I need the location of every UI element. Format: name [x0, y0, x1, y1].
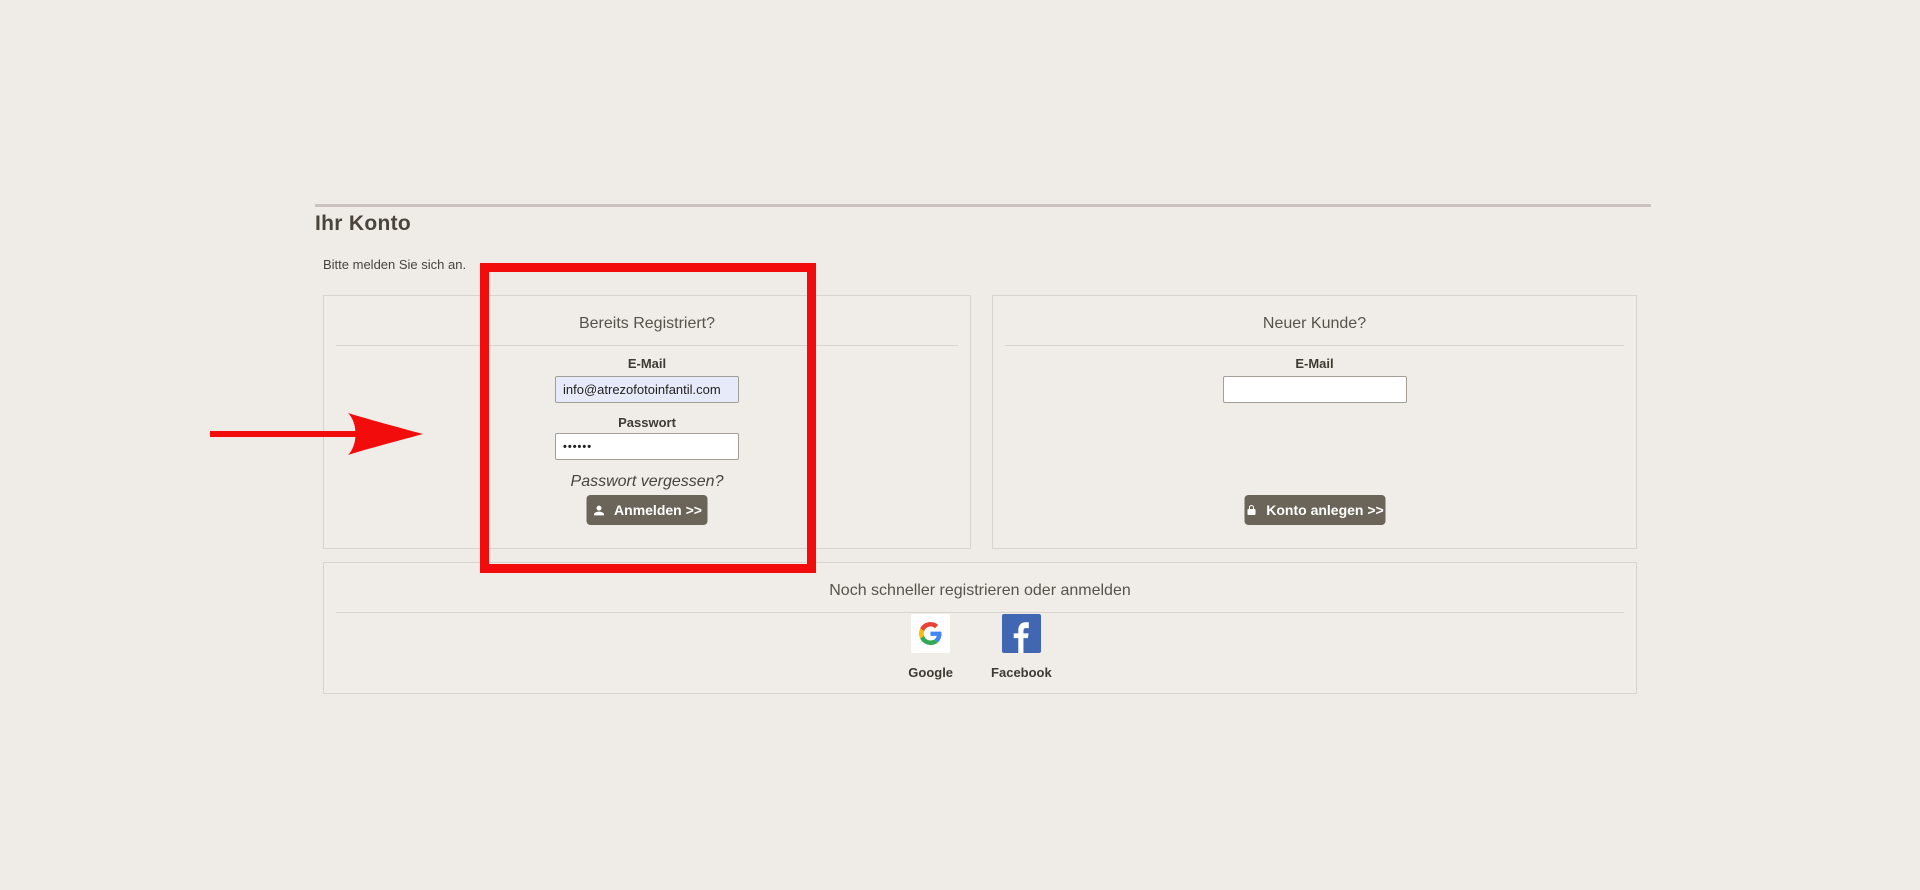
forgot-password-link[interactable]: Passwort vergessen?: [324, 473, 970, 491]
page-subtitle: Bitte melden Sie sich an.: [323, 257, 466, 272]
register-panel-title: Neuer Kunde?: [993, 315, 1636, 333]
facebook-icon: [1002, 614, 1041, 653]
facebook-label: Facebook: [991, 665, 1052, 680]
google-login-button[interactable]: Google: [908, 614, 953, 680]
login-password-label: Passwort: [324, 415, 970, 430]
lock-icon: [1245, 503, 1257, 517]
google-icon: [911, 614, 950, 653]
login-panel: Bereits Registriert? E-Mail Passwort Pas…: [323, 295, 971, 549]
register-email-label: E-Mail: [993, 356, 1636, 371]
login-password-input[interactable]: [555, 433, 739, 460]
register-email-input[interactable]: [1223, 376, 1407, 403]
register-panel: Neuer Kunde? E-Mail Konto anlegen >>: [992, 295, 1637, 549]
social-login-panel: Noch schneller registrieren oder anmelde…: [323, 562, 1637, 694]
register-panel-divider: [1005, 345, 1624, 346]
page-title: Ihr Konto: [315, 212, 411, 236]
user-icon: [592, 504, 605, 517]
login-button-label: Anmelden >>: [614, 502, 702, 518]
social-panel-title: Noch schneller registrieren oder anmelde…: [324, 582, 1636, 600]
login-panel-divider: [336, 345, 958, 346]
login-email-label: E-Mail: [324, 356, 970, 371]
facebook-login-button[interactable]: Facebook: [991, 614, 1052, 680]
login-button[interactable]: Anmelden >>: [587, 495, 708, 525]
social-buttons-row: Google Facebook: [324, 614, 1636, 680]
login-email-input[interactable]: [555, 376, 739, 403]
social-panel-divider: [336, 612, 1624, 613]
login-panel-title: Bereits Registriert?: [324, 315, 970, 333]
top-divider: [315, 204, 1651, 207]
account-page: Ihr Konto Bitte melden Sie sich an. Bere…: [0, 0, 1920, 890]
register-button-label: Konto anlegen >>: [1266, 502, 1383, 518]
google-label: Google: [908, 665, 953, 680]
register-button[interactable]: Konto anlegen >>: [1244, 495, 1385, 525]
